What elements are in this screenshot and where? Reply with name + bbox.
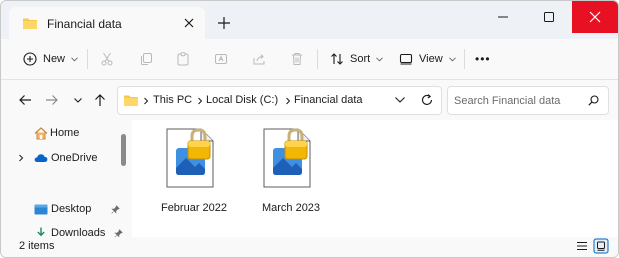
desktop-icon xyxy=(34,204,48,214)
minimize-button[interactable] xyxy=(480,1,526,33)
chevron-down-icon xyxy=(448,56,456,62)
back-arrow-icon[interactable] xyxy=(18,93,32,107)
close-tab-icon[interactable] xyxy=(182,16,196,30)
chevron-down-icon xyxy=(71,56,78,62)
copy-button[interactable] xyxy=(139,47,153,71)
cut-icon xyxy=(101,52,113,66)
tab-title: Financial data xyxy=(47,17,122,31)
address-dropdown-icon[interactable] xyxy=(394,96,406,104)
divider xyxy=(87,49,88,69)
file-item-februar-2022[interactable]: Februar 2022 xyxy=(150,128,240,228)
item-count: 2 items xyxy=(19,240,55,252)
up-arrow-icon[interactable] xyxy=(93,93,107,107)
file-explorer-window: Financial data New Sort View ••• This PC… xyxy=(0,0,619,258)
divider xyxy=(464,49,465,69)
sort-label: Sort xyxy=(350,53,371,65)
navigation-pane: Home OneDrive Desktop Downloads xyxy=(1,120,131,237)
pin-icon[interactable] xyxy=(111,204,121,214)
more-options-button[interactable]: ••• xyxy=(475,47,491,71)
close-icon xyxy=(589,11,601,23)
sort-button[interactable]: Sort xyxy=(330,47,384,71)
home-icon xyxy=(34,126,48,139)
address-row: This PC Local Disk (C:) Financial data S… xyxy=(1,80,618,120)
breadcrumb-this-pc[interactable]: This PC xyxy=(153,94,192,106)
nav-item-desktop[interactable]: Desktop xyxy=(34,200,121,218)
new-label: New xyxy=(43,53,66,65)
nav-label-downloads: Downloads xyxy=(51,227,106,237)
details-view-icon[interactable] xyxy=(574,238,590,254)
delete-button[interactable] xyxy=(290,47,304,71)
locked-image-file-icon xyxy=(166,128,214,188)
trash-icon xyxy=(292,53,302,65)
file-list: Februar 2022 March 2023 xyxy=(132,120,618,237)
rename-button[interactable] xyxy=(214,47,228,71)
nav-label-onedrive: OneDrive xyxy=(51,152,98,164)
new-button[interactable]: New xyxy=(23,47,78,71)
nav-item-home[interactable]: Home xyxy=(34,124,79,142)
plus-circle-icon xyxy=(23,52,37,66)
recent-locations-chevron-icon[interactable] xyxy=(71,93,85,107)
breadcrumb-chevron-icon[interactable] xyxy=(143,97,149,105)
file-item-march-2023[interactable]: March 2023 xyxy=(247,128,337,228)
view-label: View xyxy=(419,53,443,65)
new-tab-icon[interactable] xyxy=(217,16,231,30)
nav-label-desktop: Desktop xyxy=(51,203,92,215)
command-bar: New Sort View ••• xyxy=(1,39,618,80)
locked-image-file-icon xyxy=(263,128,311,188)
nav-item-onedrive[interactable]: OneDrive xyxy=(34,149,97,167)
onedrive-icon xyxy=(34,154,48,162)
maximize-icon xyxy=(544,12,554,22)
breadcrumb-local-disk[interactable]: Local Disk (C:) xyxy=(206,94,278,106)
scrollbar-thumb[interactable] xyxy=(121,134,126,166)
status-bar: 2 items xyxy=(1,237,618,257)
nav-label-home: Home xyxy=(50,127,80,139)
forward-arrow-icon[interactable] xyxy=(45,93,59,107)
address-bar[interactable]: This PC Local Disk (C:) Financial data xyxy=(117,86,442,115)
rename-icon xyxy=(215,54,227,64)
divider xyxy=(317,49,318,69)
tab-financial-data[interactable]: Financial data xyxy=(9,7,205,39)
pin-icon[interactable] xyxy=(114,228,124,238)
downloads-icon xyxy=(37,227,45,237)
view-button[interactable]: View xyxy=(399,47,456,71)
share-icon xyxy=(253,54,265,65)
copy-icon xyxy=(141,53,152,65)
search-box[interactable]: Search Financial data xyxy=(447,86,609,115)
folder-icon xyxy=(124,95,138,106)
refresh-icon[interactable] xyxy=(420,93,434,107)
title-bar: Financial data xyxy=(1,1,618,39)
close-window-button[interactable] xyxy=(572,1,618,33)
cut-button[interactable] xyxy=(100,47,114,71)
paste-button[interactable] xyxy=(176,47,190,71)
paste-icon xyxy=(177,52,189,66)
search-icon[interactable] xyxy=(588,95,599,106)
search-placeholder: Search Financial data xyxy=(454,95,561,107)
nav-item-downloads[interactable]: Downloads xyxy=(34,224,124,238)
more-label: ••• xyxy=(475,52,491,66)
maximize-button[interactable] xyxy=(526,1,572,33)
folder-icon xyxy=(23,18,37,29)
chevron-down-icon xyxy=(376,56,384,62)
breadcrumb-chevron-icon[interactable] xyxy=(285,97,291,105)
file-name: Februar 2022 xyxy=(160,202,228,214)
large-icons-view-icon[interactable] xyxy=(593,238,609,254)
share-button[interactable] xyxy=(252,47,266,71)
sort-icon xyxy=(331,53,343,65)
breadcrumb-financial-data[interactable]: Financial data xyxy=(294,94,363,106)
expand-chevron-icon[interactable] xyxy=(18,154,24,162)
minimize-icon xyxy=(498,16,508,18)
view-icon xyxy=(399,53,413,65)
breadcrumb-chevron-icon[interactable] xyxy=(197,97,203,105)
file-name: March 2023 xyxy=(261,202,321,214)
